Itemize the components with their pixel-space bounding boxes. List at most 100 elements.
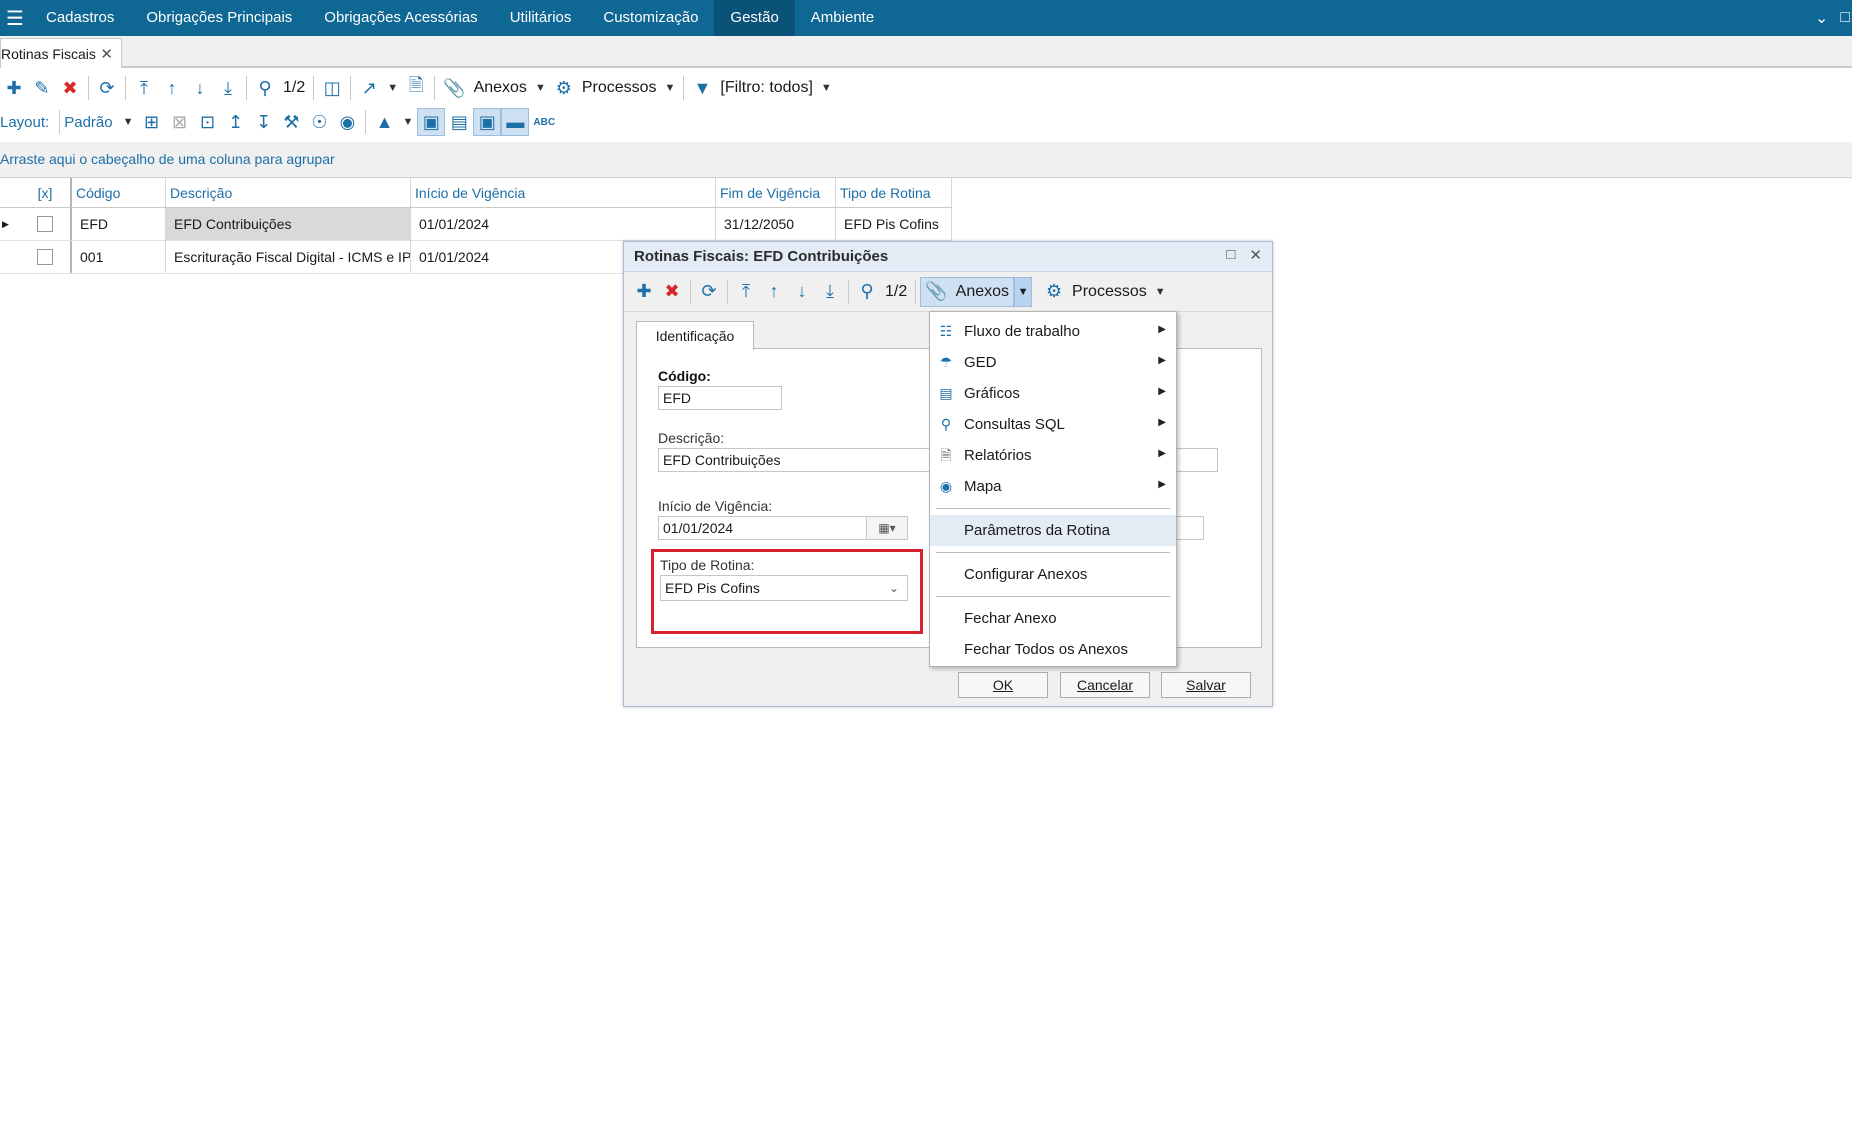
refresh-icon[interactable]: ⟳ [695, 278, 723, 306]
processos-dropdown-icon[interactable]: ▼ [1151, 286, 1170, 298]
layout-dropdown-icon[interactable]: ▼ [119, 116, 138, 128]
menu-item-relatorios[interactable]: 🗎 Relatórios ▶ [930, 440, 1176, 471]
menu-item-fluxo-trabalho[interactable]: ☷ Fluxo de trabalho ▶ [930, 316, 1176, 347]
view-footer-icon[interactable]: ▣ [417, 108, 446, 136]
processos-button[interactable]: Processos [578, 79, 661, 97]
first-record-icon[interactable]: ⤒ [130, 74, 158, 102]
export-icon[interactable]: ↗ [355, 74, 383, 102]
save-button[interactable]: Salvar [1161, 672, 1251, 698]
row-checkbox[interactable] [37, 249, 53, 265]
spellcheck-icon[interactable]: ABC [529, 108, 559, 136]
paint-icon[interactable]: ⚒ [277, 108, 305, 136]
gear-icon[interactable]: ⚙ [1040, 278, 1068, 306]
menu-customizacao[interactable]: Customização [587, 0, 714, 36]
columns-icon[interactable]: ◫ [318, 74, 346, 102]
menu-obrigacoes-acessorias[interactable]: Obrigações Acessórias [308, 0, 493, 36]
chart-dropdown-icon[interactable]: ▼ [398, 116, 417, 128]
pin-icon[interactable]: ☉ [305, 108, 333, 136]
app-logo-icon[interactable]: ☰ [0, 0, 30, 36]
next-record-icon[interactable]: ↓ [186, 74, 214, 102]
previous-record-icon[interactable]: ↑ [158, 74, 186, 102]
chevron-down-icon[interactable]: ⌄ [1815, 8, 1828, 28]
anexos-dropdown-icon[interactable]: ▼ [1014, 276, 1033, 307]
menu-divider [936, 508, 1170, 509]
tab-identificacao[interactable]: Identificação [636, 321, 754, 350]
colors-icon[interactable]: ◉ [333, 108, 361, 136]
view-split-icon[interactable]: ▤ [445, 108, 473, 136]
processos-button[interactable]: Processos [1068, 283, 1151, 301]
save-layout-icon[interactable]: ⊡ [193, 108, 221, 136]
upload-layout-icon[interactable]: ↥ [221, 108, 249, 136]
add-icon[interactable]: ✚ [630, 278, 658, 306]
restore-window-icon[interactable]: □ [1840, 9, 1850, 27]
export-dropdown-icon[interactable]: ▼ [383, 82, 402, 94]
view-header-icon[interactable]: ▣ [473, 108, 502, 136]
menu-item-ged[interactable]: ☂ GED ▶ [930, 347, 1176, 378]
cancel-button[interactable]: Cancelar [1060, 672, 1150, 698]
menu-item-mapa[interactable]: ◉ Mapa ▶ [930, 471, 1176, 502]
header-select-all[interactable]: [x] [20, 178, 72, 207]
menu-gestao[interactable]: Gestão [714, 0, 795, 36]
calendar-icon[interactable]: ▦▾ [866, 516, 908, 540]
add-layout-icon[interactable]: ⊞ [137, 108, 165, 136]
submenu-arrow-icon: ▶ [1158, 324, 1166, 335]
filter-icon[interactable]: ▼ [688, 74, 716, 102]
add-icon[interactable]: ✚ [0, 74, 28, 102]
paperclip-icon[interactable]: 📎 [439, 74, 469, 102]
header-fim-vigencia[interactable]: Fim de Vigência [716, 178, 836, 207]
filter-button[interactable]: [Filtro: todos] [716, 79, 816, 97]
chart-icon[interactable]: ▲ [370, 108, 398, 136]
processos-dropdown-icon[interactable]: ▼ [661, 82, 680, 94]
toolbar-divider [365, 110, 367, 134]
cell-codigo: 001 [72, 241, 166, 273]
menu-item-consultas-sql[interactable]: ⚲ Consultas SQL ▶ [930, 409, 1176, 440]
filter-dropdown-icon[interactable]: ▼ [817, 82, 836, 94]
page-counter: 1/2 [283, 79, 306, 96]
header-inicio-vigencia[interactable]: Início de Vigência [411, 178, 716, 207]
document-icon[interactable]: 🗎 [402, 74, 430, 102]
ok-button[interactable]: OK [958, 672, 1048, 698]
header-tipo-rotina[interactable]: Tipo de Rotina [836, 178, 952, 207]
menu-item-fechar-anexo[interactable]: Fechar Anexo [930, 603, 1176, 634]
table-row[interactable]: ▶ EFD EFD Contribuições 01/01/2024 31/12… [0, 208, 952, 241]
view-band-icon[interactable]: ▬ [501, 108, 530, 136]
first-record-icon[interactable]: ⤒ [732, 278, 760, 306]
anexos-dropdown-icon[interactable]: ▼ [531, 82, 550, 94]
close-icon[interactable]: ✕ [100, 45, 113, 63]
delete-icon[interactable]: ✖ [658, 278, 686, 306]
header-descricao[interactable]: Descrição [166, 178, 411, 207]
previous-record-icon[interactable]: ↑ [760, 278, 788, 306]
remove-layout-icon[interactable]: ⊠ [165, 108, 193, 136]
download-layout-icon[interactable]: ↧ [249, 108, 277, 136]
menu-utilitarios[interactable]: Utilitários [494, 0, 588, 36]
codigo-field[interactable]: EFD [658, 386, 782, 410]
menu-ambiente[interactable]: Ambiente [795, 0, 890, 36]
refresh-icon[interactable]: ⟳ [93, 74, 121, 102]
menu-item-graficos[interactable]: ▤ Gráficos ▶ [930, 378, 1176, 409]
dialog-titlebar[interactable]: Rotinas Fiscais: EFD Contribuições □ ✕ [624, 242, 1272, 272]
anexos-button[interactable]: 📎 Anexos [920, 276, 1015, 307]
last-record-icon[interactable]: ⤓ [816, 278, 844, 306]
anexos-button[interactable]: Anexos [470, 79, 531, 97]
menu-obrigacoes-principais[interactable]: Obrigações Principais [130, 0, 308, 36]
search-icon[interactable]: ⚲ [251, 74, 279, 102]
menu-cadastros[interactable]: Cadastros [30, 0, 130, 36]
search-icon[interactable]: ⚲ [853, 278, 881, 306]
inicio-vigencia-field[interactable]: 01/01/2024 [658, 516, 868, 540]
next-record-icon[interactable]: ↓ [788, 278, 816, 306]
maximize-icon[interactable]: □ [1226, 246, 1235, 264]
cell-fim: 31/12/2050 [716, 208, 836, 240]
group-by-panel[interactable]: Arraste aqui o cabeçalho de uma coluna p… [0, 142, 1852, 178]
menu-item-fechar-todos-anexos[interactable]: Fechar Todos os Anexos [930, 634, 1176, 665]
menu-item-parametros-rotina[interactable]: Parâmetros da Rotina [930, 515, 1176, 546]
row-checkbox[interactable] [37, 216, 53, 232]
menu-item-configurar-anexos[interactable]: Configurar Anexos [930, 559, 1176, 590]
tab-rotinas-fiscais[interactable]: Rotinas Fiscais ✕ [0, 38, 122, 68]
gear-icon[interactable]: ⚙ [550, 74, 578, 102]
last-record-icon[interactable]: ⤓ [214, 74, 242, 102]
header-codigo[interactable]: Código [72, 178, 166, 207]
delete-icon[interactable]: ✖ [56, 74, 84, 102]
edit-icon[interactable]: ✎ [28, 74, 56, 102]
layout-select[interactable]: Padrão [64, 114, 118, 131]
close-icon[interactable]: ✕ [1249, 246, 1262, 264]
